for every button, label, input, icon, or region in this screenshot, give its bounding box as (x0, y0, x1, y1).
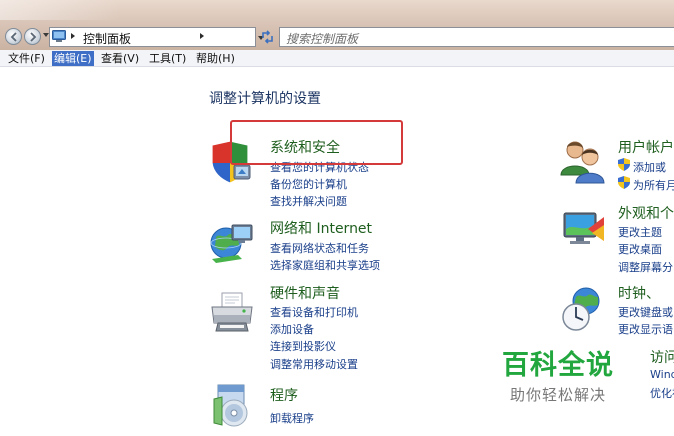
control-panel-icon (52, 30, 66, 42)
back-button[interactable] (5, 28, 22, 45)
link-troubleshoot[interactable]: 查找并解决问题 (270, 193, 347, 209)
link-mobility-settings[interactable]: 调整常用移动设置 (270, 356, 358, 372)
category-programs[interactable]: 程序 (270, 385, 298, 405)
titlebar-glare (0, 0, 120, 20)
programs-icon[interactable] (208, 381, 256, 429)
uac-shield-icon (618, 158, 630, 171)
menu-tools[interactable]: 工具(T) (147, 51, 188, 66)
link-screen-resolution[interactable]: 调整屏幕分 (618, 259, 673, 275)
menu-bar: 文件(F) 编辑(E) 查看(V) 工具(T) 帮助(H) (0, 50, 674, 67)
link-connect-projector[interactable]: 连接到投影仪 (270, 338, 336, 354)
link-optimize-visual[interactable]: 优化视 (650, 385, 674, 401)
category-user-accounts[interactable]: 用户帐户 (618, 137, 674, 157)
link-devices-printers[interactable]: 查看设备和打印机 (270, 304, 358, 320)
refresh-icon[interactable] (260, 29, 275, 45)
breadcrumb-separator[interactable] (71, 33, 75, 39)
arrow-right-icon (30, 32, 37, 42)
menu-view[interactable]: 查看(V) (99, 51, 141, 66)
forward-button[interactable] (24, 28, 41, 45)
link-change-theme[interactable]: 更改主题 (618, 224, 662, 240)
category-ease-of-access[interactable]: 访问 (650, 347, 674, 367)
link-keyboard-input[interactable]: 更改键盘或 (618, 304, 673, 320)
category-hardware-sound[interactable]: 硬件和声音 (270, 283, 340, 303)
category-clock-region[interactable]: 时钟、 (618, 283, 660, 303)
search-input[interactable]: 搜索控制面板 (279, 27, 674, 47)
link-change-desktop[interactable]: 更改桌面 (618, 241, 662, 257)
breadcrumb-control-panel[interactable]: 控制面板 (83, 30, 131, 47)
uac-shield-icon (618, 176, 630, 189)
watermark-subtitle: 助你轻松解决 (510, 386, 607, 404)
menu-edit[interactable]: 编辑(E) (52, 51, 94, 66)
category-network-internet[interactable]: 网络和 Internet (270, 218, 372, 238)
link-add-remove-accounts[interactable]: 添加或 (633, 159, 666, 175)
link-add-device[interactable]: 添加设备 (270, 321, 314, 337)
watermark: 百科全说 助你轻松解决 (490, 335, 650, 419)
search-placeholder: 搜索控制面板 (286, 32, 359, 46)
arrow-left-icon (10, 32, 17, 42)
breadcrumb-separator[interactable] (200, 33, 204, 39)
appearance-icon[interactable] (558, 207, 606, 255)
watermark-title: 百科全说 (502, 350, 614, 381)
printer-icon[interactable] (208, 289, 256, 337)
annotation-highlight-box (230, 120, 403, 165)
control-panel-content: 调整计算机的设置 系统和安全 查看您的计算机状态 备份您的计算机 查找并解决问题… (0, 67, 674, 436)
page-title: 调整计算机的设置 (209, 91, 321, 107)
link-homegroup-sharing[interactable]: 选择家庭组和共享选项 (270, 257, 380, 273)
link-windows-suggestions[interactable]: Windo (650, 368, 674, 381)
link-parental-controls[interactable]: 为所有月 (633, 177, 674, 193)
network-globe-icon[interactable] (208, 219, 256, 267)
category-appearance[interactable]: 外观和个 (618, 203, 674, 223)
link-backup-computer[interactable]: 备份您的计算机 (270, 176, 347, 192)
menu-file[interactable]: 文件(F) (6, 51, 47, 66)
users-icon[interactable] (558, 137, 606, 185)
link-view-network-status[interactable]: 查看网络状态和任务 (270, 240, 369, 256)
address-bar[interactable]: 控制面板 (49, 27, 256, 47)
menu-help[interactable]: 帮助(H) (194, 51, 237, 66)
window-titlebar: 控制面板 搜索控制面板 (0, 0, 674, 50)
clock-globe-icon[interactable] (558, 285, 606, 333)
link-uninstall-program[interactable]: 卸载程序 (270, 410, 314, 426)
